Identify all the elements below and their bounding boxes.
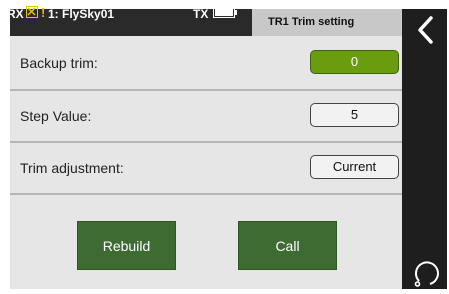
battery-fill	[215, 9, 233, 16]
backup-trim-field[interactable]: 0	[310, 50, 399, 74]
rebuild-button[interactable]: Rebuild	[77, 221, 176, 270]
screen: RX ! 1: FlySky01 TX TR1 Trim setting Bac…	[0, 0, 449, 294]
warning-icon: !	[41, 5, 46, 20]
rx-label: RX	[7, 7, 24, 21]
tx-label: TX	[193, 7, 209, 21]
setting-label: Backup trim:	[20, 55, 98, 71]
setting-label: Step Value:	[20, 108, 92, 124]
setting-label: Trim adjustment:	[20, 160, 124, 176]
battery-icon	[213, 7, 235, 18]
trim-adjustment-field[interactable]: Current	[310, 155, 399, 179]
back-icon[interactable]	[413, 14, 439, 51]
page-title: TR1 Trim setting	[268, 16, 355, 28]
call-button[interactable]: Call	[238, 221, 337, 270]
rx-signal-lost-icon	[26, 6, 38, 18]
setting-row-backup-trim: Backup trim: 0	[10, 39, 402, 87]
model-name: 1: FlySky01	[48, 7, 115, 21]
side-nav	[402, 9, 447, 289]
setting-row-step-value: Step Value: 5	[10, 92, 402, 140]
divider	[10, 89, 402, 91]
divider	[10, 141, 402, 143]
step-value-field[interactable]: 5	[310, 103, 399, 127]
home-icon[interactable]	[410, 257, 442, 294]
divider	[10, 193, 402, 195]
battery-tip	[235, 10, 237, 15]
setting-row-trim-adjustment: Trim adjustment: Current	[10, 144, 402, 192]
